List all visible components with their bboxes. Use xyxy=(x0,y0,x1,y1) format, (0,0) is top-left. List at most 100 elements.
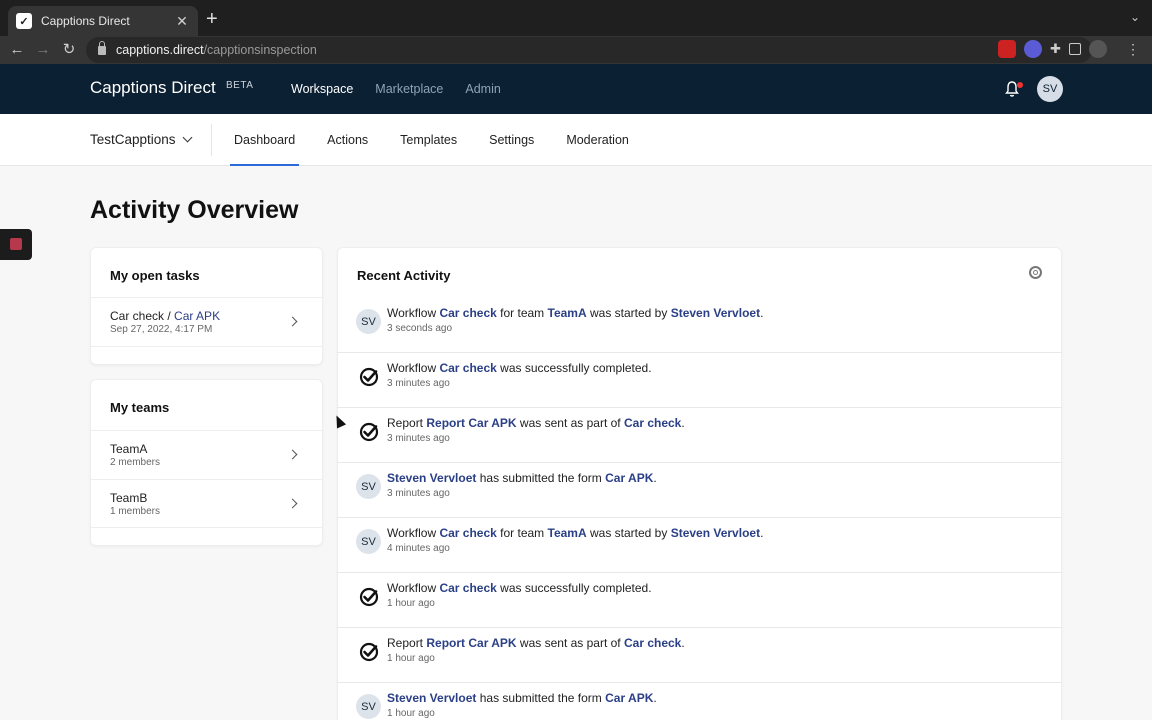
activity-text-part: Workflow xyxy=(387,361,440,375)
chevron-right-icon xyxy=(287,498,298,509)
activity-link[interactable]: Car APK xyxy=(605,691,653,705)
user-avatar: SV xyxy=(356,694,381,719)
new-tab-icon[interactable]: + xyxy=(206,9,218,29)
notification-dot xyxy=(1017,82,1023,88)
activity-link[interactable]: Steven Vervloet xyxy=(387,691,476,705)
activity-text: Workflow Car check was successfully comp… xyxy=(387,361,652,375)
activity-link[interactable]: Steven Vervloet xyxy=(671,526,760,540)
recent-activity-title: Recent Activity xyxy=(357,268,451,283)
activity-link[interactable]: Car APK xyxy=(605,471,653,485)
activity-text-part: was successfully completed. xyxy=(496,361,652,375)
task-workflow: Car check xyxy=(110,309,165,323)
activity-link[interactable]: Report Car APK xyxy=(426,416,516,430)
team-members: 2 members xyxy=(110,457,161,468)
beta-badge: BETA xyxy=(226,80,254,91)
lock-icon[interactable] xyxy=(98,40,106,55)
nav-admin[interactable]: Admin xyxy=(465,82,500,96)
brand-name[interactable]: Capptions Direct xyxy=(90,78,216,98)
task-date: Sep 27, 2022, 4:17 PM xyxy=(110,324,213,335)
extension-red-icon[interactable] xyxy=(998,40,1016,58)
browser-toolbar: ← → ↻ capptions.direct/capptionsinspecti… xyxy=(0,36,1152,64)
tab-templates[interactable]: Templates xyxy=(400,114,457,166)
activity-time: 1 hour ago xyxy=(387,708,435,719)
activity-time: 4 minutes ago xyxy=(387,543,450,554)
recording-stop-button[interactable] xyxy=(0,229,32,260)
browser-tab[interactable]: ✓ Capptions Direct ✕ xyxy=(8,6,198,36)
team-name[interactable]: TeamB xyxy=(110,491,147,505)
reload-icon[interactable]: ↻ xyxy=(60,40,78,60)
activity-item: Workflow Car check was successfully comp… xyxy=(337,353,1062,408)
profile-avatar-icon[interactable] xyxy=(1088,40,1107,58)
team-members: 1 members xyxy=(110,506,161,517)
tab-moderation[interactable]: Moderation xyxy=(566,114,629,166)
check-icon xyxy=(356,364,381,389)
activity-link[interactable]: TeamA xyxy=(548,306,587,320)
task-separator: / xyxy=(164,309,175,323)
browser-tab-title: Capptions Direct xyxy=(41,14,130,28)
url-host: capptions.direct xyxy=(116,43,204,57)
task-form-link[interactable]: Car APK xyxy=(174,309,220,323)
activity-text-part: was started by xyxy=(586,306,671,320)
activity-link[interactable]: TeamA xyxy=(548,526,587,540)
activity-text: Steven Vervloet has submitted the form C… xyxy=(387,691,657,705)
nav-marketplace[interactable]: Marketplace xyxy=(375,82,443,96)
activity-item: SV Steven Vervloet has submitted the form… xyxy=(337,683,1062,720)
activity-link[interactable]: Steven Vervloet xyxy=(387,471,476,485)
sidebar-icon[interactable] xyxy=(1068,43,1081,55)
check-icon xyxy=(356,584,381,609)
activity-text-part: . xyxy=(681,416,685,430)
chevron-right-icon xyxy=(287,316,298,327)
activity-text-part: was sent as part of xyxy=(516,416,624,430)
activity-link[interactable]: Car check xyxy=(624,416,681,430)
activity-item: SV Workflow Car check for team TeamA was … xyxy=(337,518,1062,573)
puzzle-icon[interactable]: ✚ xyxy=(1050,41,1061,57)
activity-item: Workflow Car check was successfully comp… xyxy=(337,573,1062,628)
nav-workspace[interactable]: Workspace xyxy=(291,82,353,96)
user-avatar: SV xyxy=(356,474,381,499)
check-icon xyxy=(356,419,381,444)
user-avatar: SV xyxy=(356,309,381,334)
team-selector[interactable]: TestCapptions xyxy=(90,132,193,147)
user-avatar: SV xyxy=(356,529,381,554)
tab-settings[interactable]: Settings xyxy=(489,114,534,166)
activity-link[interactable]: Steven Vervloet xyxy=(671,306,760,320)
tab-actions[interactable]: Actions xyxy=(327,114,368,166)
tab-dashboard[interactable]: Dashboard xyxy=(229,114,300,166)
user-avatar[interactable]: SV xyxy=(1037,76,1063,102)
activity-time: 3 seconds ago xyxy=(387,323,453,334)
activity-text-part: Report xyxy=(387,416,427,430)
activity-item: SV Workflow Car check for team TeamA was … xyxy=(337,298,1062,353)
activity-link[interactable]: Car check xyxy=(439,526,496,540)
activity-link[interactable]: Car check xyxy=(439,306,496,320)
activity-text-part: Report xyxy=(387,636,427,650)
activity-time: 3 minutes ago xyxy=(387,378,450,389)
activity-text-part: . xyxy=(653,471,657,485)
forward-arrow-icon[interactable]: → xyxy=(34,40,52,60)
team-name[interactable]: TeamA xyxy=(110,442,147,456)
browser-menu-icon[interactable]: ⋮ xyxy=(1126,41,1140,58)
activity-link[interactable]: Report Car APK xyxy=(426,636,516,650)
extension-purple-icon[interactable] xyxy=(1024,40,1042,58)
activity-text: Report Report Car APK was sent as part o… xyxy=(387,416,685,430)
page-title: Activity Overview xyxy=(90,196,299,224)
address-bar[interactable]: capptions.direct/capptionsinspection xyxy=(86,37,1092,63)
activity-link[interactable]: Car check xyxy=(439,581,496,595)
activity-text: Steven Vervloet has submitted the form C… xyxy=(387,471,657,485)
task-row[interactable]: Car check / Car APK Sep 27, 2022, 4:17 P… xyxy=(91,297,322,347)
activity-link[interactable]: Car check xyxy=(439,361,496,375)
chevron-right-icon xyxy=(287,449,298,460)
tab-search-chevron-icon[interactable]: ⌄ xyxy=(1130,10,1140,24)
close-tab-icon[interactable]: ✕ xyxy=(174,13,190,30)
app-header: Capptions Direct BETA Workspace Marketpl… xyxy=(0,64,1152,114)
activity-text-part: was successfully completed. xyxy=(496,581,652,595)
teams-title: My teams xyxy=(110,400,170,415)
gear-icon[interactable] xyxy=(1029,266,1042,279)
capptions-favicon-icon: ✓ xyxy=(16,13,32,29)
activity-text: Report Report Car APK was sent as part o… xyxy=(387,636,685,650)
team-row[interactable]: TeamA 2 members xyxy=(91,430,322,479)
team-row[interactable]: TeamB 1 members xyxy=(91,479,322,528)
activity-text-part: . xyxy=(653,691,657,705)
activity-text-part: . xyxy=(760,306,764,320)
activity-link[interactable]: Car check xyxy=(624,636,681,650)
back-arrow-icon[interactable]: ← xyxy=(8,40,26,60)
